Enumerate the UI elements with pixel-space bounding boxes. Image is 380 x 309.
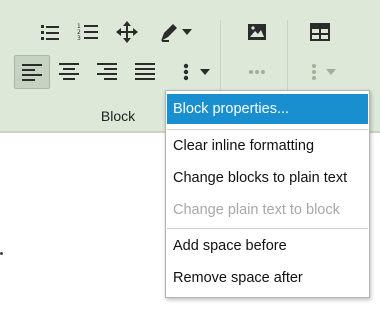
menu-item-remove-space-after[interactable]: Remove space after bbox=[167, 263, 368, 293]
table-icon bbox=[310, 23, 330, 41]
image-icon bbox=[248, 24, 266, 40]
document-text-fragment bbox=[0, 252, 3, 255]
move-arrows-icon bbox=[116, 21, 138, 43]
pen-dropdown-button[interactable] bbox=[155, 18, 195, 46]
menu-separator bbox=[167, 129, 368, 130]
vertical-ellipsis-icon bbox=[183, 63, 189, 81]
justify-button[interactable] bbox=[129, 55, 161, 89]
chevron-down-icon bbox=[200, 69, 210, 75]
bullet-list-icon bbox=[41, 25, 59, 40]
move-button[interactable] bbox=[112, 18, 142, 46]
pen-icon bbox=[161, 24, 177, 42]
align-left-button[interactable] bbox=[14, 55, 50, 89]
align-center-icon bbox=[59, 63, 79, 80]
menu-item-add-space-before[interactable]: Add space before bbox=[167, 231, 368, 261]
insert-image-button[interactable] bbox=[242, 18, 272, 46]
insert-more-button-disabled bbox=[244, 55, 272, 89]
toolbar-separator bbox=[220, 20, 221, 100]
block-options-menu: Block properties... Clear inline formatt… bbox=[165, 90, 370, 298]
horizontal-ellipsis-icon bbox=[249, 70, 265, 74]
table-more-button-disabled bbox=[303, 55, 343, 89]
bullet-list-button[interactable] bbox=[34, 18, 64, 46]
menu-separator bbox=[167, 228, 368, 229]
block-group-label: Block bbox=[100, 108, 136, 124]
align-left-icon bbox=[22, 64, 42, 81]
menu-item-clear-inline-formatting[interactable]: Clear inline formatting bbox=[167, 131, 368, 161]
align-justify-icon bbox=[135, 63, 155, 80]
numbered-list-button[interactable]: 1 2 3 bbox=[72, 18, 102, 46]
toolbar-separator bbox=[287, 20, 288, 100]
chevron-down-icon bbox=[182, 29, 192, 35]
insert-table-button[interactable] bbox=[305, 18, 335, 46]
align-right-button[interactable] bbox=[91, 55, 123, 89]
align-center-button[interactable] bbox=[53, 55, 85, 89]
menu-item-block-properties[interactable]: Block properties... bbox=[167, 94, 368, 124]
more-block-options-button[interactable] bbox=[174, 55, 216, 89]
vertical-ellipsis-icon bbox=[312, 64, 316, 80]
align-right-icon bbox=[97, 63, 117, 80]
menu-item-change-plain-text-to-block: Change plain text to block bbox=[173, 202, 340, 218]
menu-item-change-blocks-to-plain-text[interactable]: Change blocks to plain text bbox=[167, 163, 368, 193]
svg-text:3: 3 bbox=[77, 35, 81, 41]
numbered-list-icon: 1 2 3 bbox=[77, 23, 98, 41]
chevron-down-icon bbox=[326, 69, 336, 75]
